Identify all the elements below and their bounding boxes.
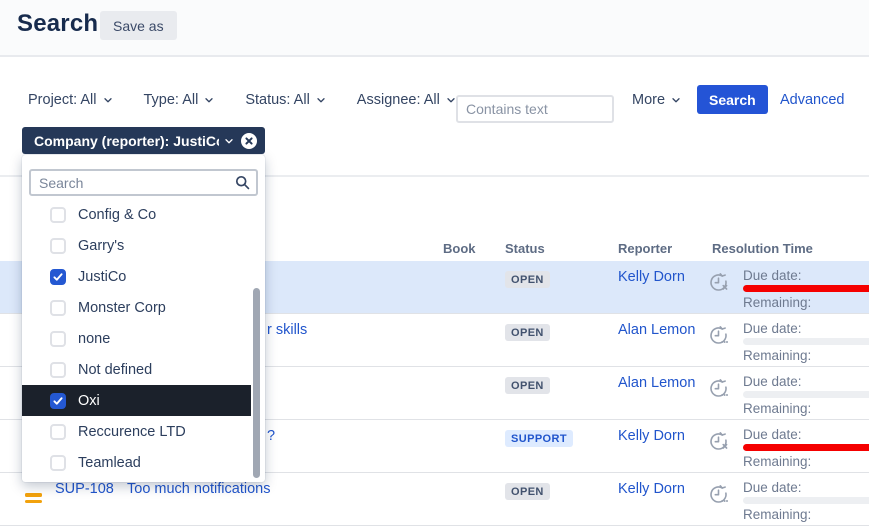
clear-filter-icon[interactable] (241, 133, 257, 149)
company-option-label: Teamlead (78, 455, 141, 471)
page-title: Search (17, 10, 98, 38)
company-option[interactable]: Monster Corp (22, 292, 251, 323)
company-option-label: Reccurence LTD (78, 424, 186, 440)
company-option-list: Config & Co Garry's JustiCo Monster Corp (22, 204, 265, 478)
issue-search-page: Search Save as Project: All Type: All St… (0, 0, 869, 526)
remaining-label: Remaining: (743, 507, 811, 522)
page-header: Search Save as (0, 0, 869, 57)
reporter-link[interactable]: Alan Lemon (618, 322, 695, 338)
checkbox[interactable] (50, 269, 66, 285)
issue-key-link[interactable]: SUP-108 (55, 481, 114, 497)
company-option[interactable]: Teamlead (22, 447, 251, 478)
sla-progress-bar (743, 497, 869, 504)
status-badge: OPEN (505, 271, 550, 288)
due-date-label: Due date: (743, 427, 802, 442)
sla-clock-icon (707, 323, 731, 347)
sla-clock-icon (707, 270, 731, 294)
company-option-label: Config & Co (78, 207, 156, 223)
support-issue-type-icon (25, 490, 42, 503)
checkbox[interactable] (50, 455, 66, 471)
chevron-down-icon (670, 94, 682, 106)
filter-label: Type: All (144, 92, 199, 108)
company-option[interactable]: Config & Co (22, 204, 251, 230)
search-button[interactable]: Search (697, 85, 768, 114)
checkbox[interactable] (50, 331, 66, 347)
filter-dropdown-trigger[interactable]: Type: All (144, 92, 216, 108)
due-date-label: Due date: (743, 374, 802, 389)
filter-label: Assignee: All (357, 92, 440, 108)
remaining-label: Remaining: (743, 454, 811, 469)
reporter-link[interactable]: Kelly Dorn (618, 481, 685, 497)
column-header-resolution-time: Resolution Time (712, 241, 813, 256)
reporter-link[interactable]: Kelly Dorn (618, 269, 685, 285)
company-filter-pill-label: Company (reporter): JustiCo,... (34, 133, 219, 149)
sla-clock-icon (707, 429, 731, 453)
column-header-reporter: Reporter (618, 241, 672, 256)
due-date-label: Due date: (743, 480, 802, 495)
company-option-label: Garry's (78, 238, 124, 254)
sla-progress-bar (743, 391, 869, 398)
more-filters-trigger[interactable]: More (632, 92, 682, 108)
company-option[interactable]: Not defined (22, 354, 251, 385)
contains-text-input[interactable] (456, 95, 614, 123)
company-option[interactable]: JustiCo (22, 261, 251, 292)
check-icon (52, 271, 64, 283)
sla-progress-bar (743, 285, 869, 292)
more-label: More (632, 92, 665, 108)
dropdown-scrollbar-thumb[interactable] (253, 288, 260, 478)
company-option-label: Monster Corp (78, 300, 166, 316)
sla-progress-bar (743, 338, 869, 345)
filter-label: Status: All (245, 92, 309, 108)
company-option[interactable]: none (22, 323, 251, 354)
chevron-down-icon (315, 94, 327, 106)
reporter-link[interactable]: Kelly Dorn (618, 428, 685, 444)
company-option-label: Oxi (78, 393, 100, 409)
sla-clock-icon (707, 376, 731, 400)
status-badge: SUPPORT (505, 430, 573, 447)
column-header-status: Status (505, 241, 545, 256)
company-option[interactable]: Oxi (22, 385, 251, 416)
checkbox[interactable] (50, 424, 66, 440)
issue-summary-link[interactable]: ? (267, 428, 275, 444)
issue-summary-link[interactable]: r skills (267, 322, 307, 338)
company-filter-dropdown: Config & Co Garry's JustiCo Monster Corp (22, 155, 265, 482)
company-option-label: Not defined (78, 362, 152, 378)
checkbox[interactable] (50, 300, 66, 316)
filter-label: Project: All (28, 92, 97, 108)
dropdown-search (29, 169, 258, 196)
filter-bar: Project: All Type: All Status: All Assig… (28, 92, 457, 108)
check-icon (52, 395, 64, 407)
due-date-label: Due date: (743, 268, 802, 283)
remaining-label: Remaining: (743, 401, 811, 416)
save-as-button[interactable]: Save as (100, 11, 177, 40)
chevron-down-icon (223, 135, 235, 147)
sla-progress-bar (743, 444, 869, 451)
remaining-label: Remaining: (743, 295, 811, 310)
advanced-search-link[interactable]: Advanced (780, 92, 845, 108)
company-option-label: none (78, 331, 110, 347)
filter-dropdown-trigger[interactable]: Status: All (245, 92, 326, 108)
due-date-label: Due date: (743, 321, 802, 336)
checkbox[interactable] (50, 207, 66, 223)
chevron-down-icon (203, 94, 215, 106)
filter-dropdown-trigger[interactable]: Assignee: All (357, 92, 457, 108)
filter-dropdown-trigger[interactable]: Project: All (28, 92, 114, 108)
company-option-label: JustiCo (78, 269, 126, 285)
company-reporter-filter-pill[interactable]: Company (reporter): JustiCo,... (22, 127, 265, 154)
sla-clock-icon (707, 482, 731, 506)
company-option[interactable]: Garry's (22, 230, 251, 261)
column-header-book: Book (443, 241, 476, 256)
checkbox[interactable] (50, 362, 66, 378)
checkbox[interactable] (50, 393, 66, 409)
chevron-down-icon (102, 94, 114, 106)
status-badge: OPEN (505, 483, 550, 500)
issue-summary-link[interactable]: Too much notifications (127, 481, 270, 497)
status-badge: OPEN (505, 377, 550, 394)
checkbox[interactable] (50, 238, 66, 254)
reporter-link[interactable]: Alan Lemon (618, 375, 695, 391)
company-option[interactable]: Reccurence LTD (22, 416, 251, 447)
dropdown-search-input[interactable] (29, 169, 258, 196)
status-badge: OPEN (505, 324, 550, 341)
remaining-label: Remaining: (743, 348, 811, 363)
